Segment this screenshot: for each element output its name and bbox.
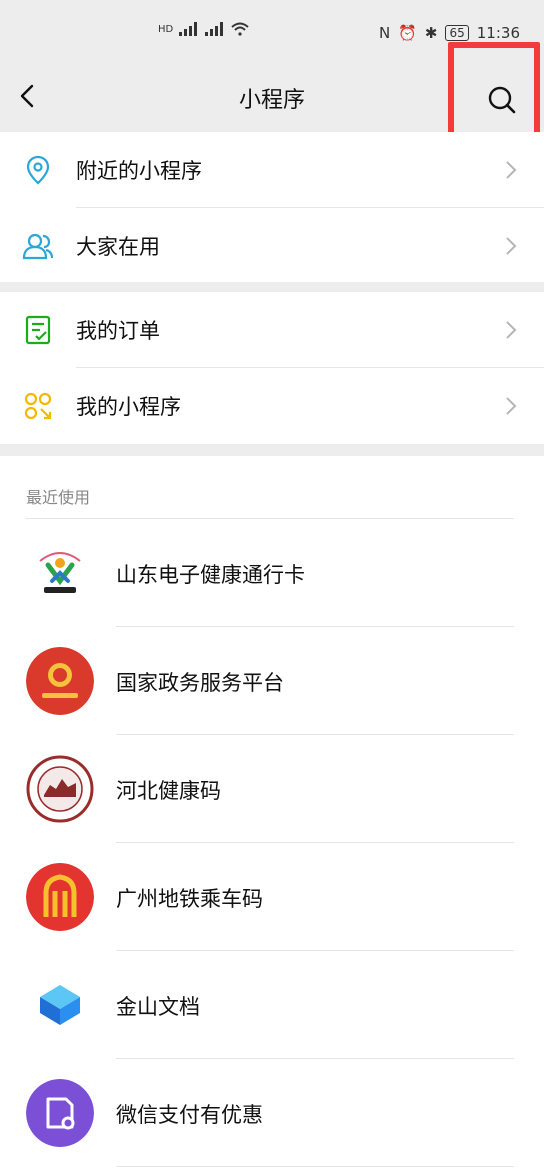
signal-icon (179, 22, 198, 36)
menu-item-label: 我的小程序 (76, 395, 181, 419)
alarm-icon: ⏰ (398, 24, 417, 42)
recent-section: 最近使用 山东电子健康通行卡 国家政务服务平台 河北健康码 广州地铁乘车码 金山… (0, 456, 544, 1170)
signal-icon (205, 22, 224, 36)
menu-item-label: 大家在用 (76, 235, 160, 259)
app-name: 微信支付有优惠 (116, 1103, 263, 1127)
menu-group-discover: 附近的小程序 大家在用 (0, 132, 544, 282)
mini-program-icon (24, 392, 52, 420)
recent-app-item[interactable]: 山东电子健康通行卡 (0, 519, 544, 627)
app-name: 国家政务服务平台 (116, 671, 284, 695)
app-name: 河北健康码 (116, 779, 221, 803)
bluetooth-icon: ✱ (424, 24, 438, 42)
national-gov-service-logo (26, 647, 94, 715)
wechat-pay-discount-logo (26, 1079, 94, 1147)
kingsoft-docs-logo (26, 971, 94, 1039)
recent-app-item[interactable]: 国家政务服务平台 (0, 627, 544, 735)
network-indicators: HD (158, 22, 249, 36)
guangzhou-metro-logo (26, 863, 94, 931)
highlight-box (448, 42, 540, 138)
app-name: 金山文档 (116, 995, 200, 1019)
menu-group-mine: 我的订单 我的小程序 (0, 292, 544, 444)
chevron-right-icon (506, 397, 517, 415)
chevron-right-icon (506, 321, 517, 339)
menu-item-nearby[interactable]: 附近的小程序 (0, 132, 544, 208)
menu-item-label: 附近的小程序 (76, 159, 202, 183)
section-title: 最近使用 (26, 488, 91, 507)
chevron-right-icon (506, 237, 517, 255)
shandong-health-logo (26, 539, 94, 607)
divider (116, 1166, 514, 1167)
clock: 11:36 (476, 24, 520, 42)
order-list-icon (25, 315, 51, 345)
menu-item-popular[interactable]: 大家在用 (0, 208, 544, 284)
recent-app-item[interactable]: 广州地铁乘车码 (0, 843, 544, 951)
app-name: 山东电子健康通行卡 (116, 563, 305, 587)
location-pin-icon (26, 155, 50, 185)
app-name: 广州地铁乘车码 (116, 887, 263, 911)
menu-item-my-orders[interactable]: 我的订单 (0, 292, 544, 368)
recent-app-item[interactable]: 金山文档 (0, 951, 544, 1059)
people-icon (22, 233, 54, 260)
system-indicators: N ⏰ ✱ 65 11:36 (379, 24, 520, 42)
menu-item-label: 我的订单 (76, 319, 160, 343)
chevron-right-icon (506, 161, 517, 179)
wifi-icon (231, 22, 249, 36)
recent-app-item[interactable]: 河北健康码 (0, 735, 544, 843)
menu-item-my-mini-programs[interactable]: 我的小程序 (0, 368, 544, 444)
battery-icon: 65 (445, 25, 469, 41)
hebei-health-logo (26, 755, 94, 823)
nfc-icon: N (378, 24, 391, 42)
hd-icon: HD (158, 23, 174, 35)
recent-app-item[interactable]: 微信支付有优惠 (0, 1059, 544, 1167)
